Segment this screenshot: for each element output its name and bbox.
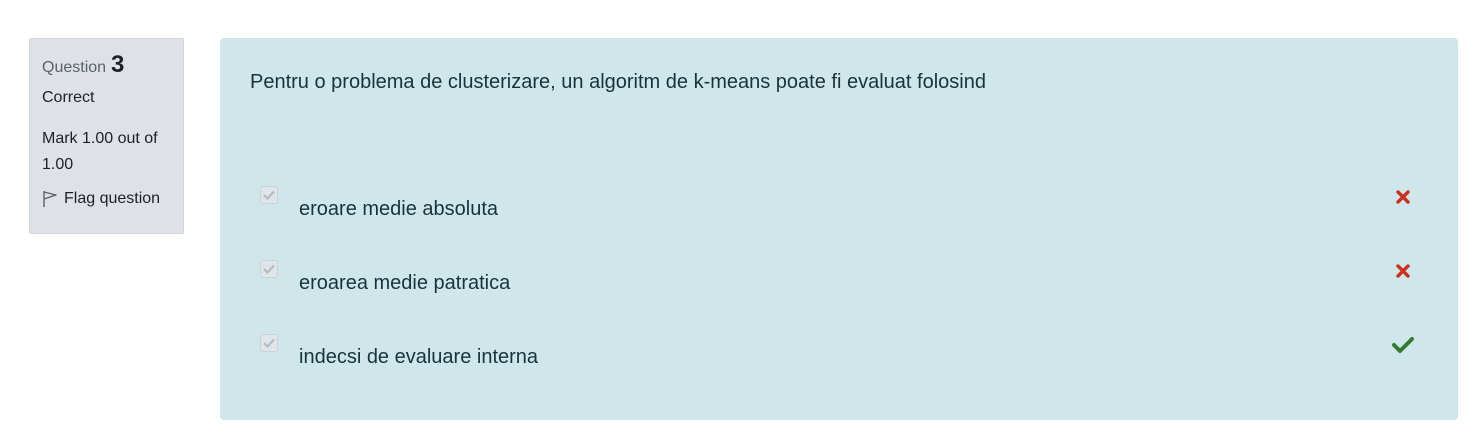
question-content: Pentru o problema de clusterizare, un al… bbox=[220, 38, 1458, 420]
question-text: Pentru o problema de clusterizare, un al… bbox=[250, 71, 986, 93]
question-number-line: Question 3 bbox=[42, 51, 171, 79]
question-label: Question bbox=[42, 59, 107, 76]
cross-icon bbox=[1392, 260, 1414, 282]
cross-icon bbox=[1392, 186, 1414, 208]
answer-label: eroarea medie patratica bbox=[299, 272, 511, 294]
question-number: 3 bbox=[111, 51, 125, 78]
answer-checkbox[interactable] bbox=[260, 334, 278, 352]
check-icon bbox=[1392, 334, 1414, 356]
answer-option: eroarea medie patratica bbox=[260, 260, 1420, 300]
answer-checkbox[interactable] bbox=[260, 260, 278, 278]
flag-question-button[interactable]: Flag question bbox=[42, 190, 171, 208]
answer-option: indecsi de evaluare interna bbox=[260, 334, 1420, 374]
answer-label: eroare medie absoluta bbox=[299, 198, 499, 220]
question-grade: Mark 1.00 out of 1.00 bbox=[42, 130, 158, 173]
flag-question-label: Flag question bbox=[64, 190, 161, 207]
answer-option: eroare medie absoluta bbox=[260, 186, 1420, 226]
question-state: Correct bbox=[42, 89, 95, 106]
flag-icon bbox=[42, 190, 58, 208]
answer-checkbox[interactable] bbox=[260, 186, 278, 204]
question-info-panel: Question 3 Correct Mark 1.00 out of 1.00… bbox=[29, 38, 184, 234]
answer-label: indecsi de evaluare interna bbox=[299, 346, 539, 368]
